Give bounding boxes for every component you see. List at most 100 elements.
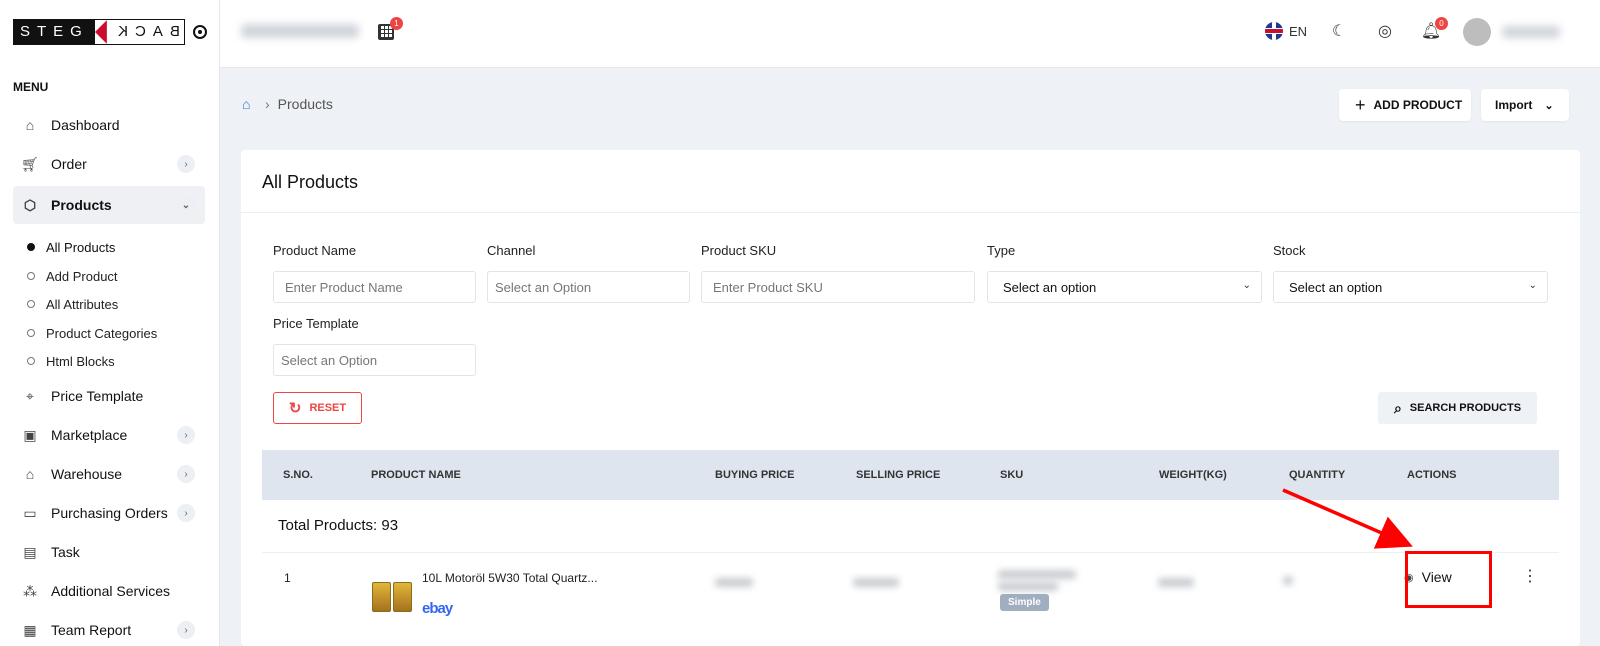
brand-logo-right: BACK (106, 20, 184, 44)
topbar: 1 EN ☾ ◎ 🔔︎ 0 (220, 0, 1600, 68)
table-header: S.NO. PRODUCT NAME BUYING PRICE SELLING … (262, 450, 1559, 500)
flag-uk-icon[interactable] (1265, 22, 1283, 40)
more-vertical-icon[interactable]: ⋮ (1522, 566, 1538, 586)
type-select[interactable]: Select an option ⌄ (987, 271, 1262, 303)
sidebar-item-order[interactable]: 🛒︎ Order › (13, 145, 205, 183)
report-icon: ▦ (23, 621, 37, 638)
palette-icon[interactable]: ◎ (1374, 20, 1396, 42)
brand-logo[interactable]: STEG BACK (13, 19, 185, 45)
username-blurred[interactable] (1502, 26, 1560, 38)
product-name-input[interactable]: Enter Product Name (273, 271, 476, 303)
chevron-right-icon: › (177, 465, 195, 483)
ticket-icon: ▭ (23, 504, 37, 521)
sidebar-subitem-all-attributes[interactable]: All Attributes (27, 294, 118, 314)
reset-label: RESET (309, 402, 347, 414)
selling-price-blurred (853, 578, 899, 587)
sidebar-item-warehouse[interactable]: ⌂ Warehouse › (13, 455, 205, 493)
box-icon: ⬡ (23, 196, 37, 213)
sidebar-subitem-html-blocks[interactable]: Html Blocks (27, 351, 115, 371)
sidebar-subitem-label: Add Product (46, 268, 118, 284)
brand-logo-arrow (94, 20, 107, 44)
chevron-right-icon: › (177, 155, 195, 173)
bullet-icon (27, 243, 35, 251)
chevron-right-icon: › (265, 96, 270, 112)
sidebar-item-marketplace[interactable]: ▣ Marketplace › (13, 416, 205, 454)
reset-button[interactable]: ↻ RESET (273, 392, 362, 424)
sidebar-item-products[interactable]: ⬡ Products ⌄ (13, 186, 205, 224)
weight-blurred (1158, 578, 1194, 587)
moon-icon[interactable]: ☾ (1328, 20, 1350, 42)
sidebar-item-team-report[interactable]: ▦ Team Report › (13, 611, 205, 646)
sidebar-subitem-all-products[interactable]: All Products (27, 237, 115, 257)
col-quantity[interactable]: QUANTITY (1289, 469, 1345, 481)
col-sku[interactable]: SKU (1000, 469, 1023, 481)
sidebar-item-task[interactable]: ▤ Task (13, 533, 205, 571)
chevron-down-icon: ⌄ (1242, 280, 1251, 291)
import-button[interactable]: Import ⌄ (1481, 89, 1569, 121)
sidebar-item-label: Additional Services (51, 583, 171, 599)
card-title: All Products (262, 172, 359, 192)
brand-logo-right-text: BACK (110, 23, 180, 40)
sidebar-subitem-label: Product Categories (46, 325, 158, 341)
row-divider (262, 552, 1559, 553)
chevron-down-icon: ⌄ (1528, 280, 1537, 291)
sidebar-item-label: Task (51, 544, 80, 560)
buying-price-blurred (715, 578, 753, 587)
company-name-blurred[interactable] (241, 24, 359, 38)
breadcrumb: ⌂ › Products (242, 96, 333, 112)
col-selling-price[interactable]: SELLING PRICE (856, 469, 940, 481)
channel-select[interactable]: Select an Option (487, 271, 690, 303)
col-actions: ACTIONS (1407, 469, 1457, 481)
price-template-select[interactable]: Select an Option (273, 344, 476, 376)
chevron-right-icon: › (177, 426, 195, 444)
sidebar-item-label: Dashboard (51, 117, 120, 133)
network-icon: ⁂ (23, 582, 37, 599)
home-icon[interactable]: ⌂ (242, 96, 257, 112)
brand-logo-left: STEG (14, 20, 95, 44)
product-thumbnail[interactable] (372, 582, 412, 612)
price-template-label: Price Template (273, 316, 359, 331)
language-label[interactable]: EN (1289, 24, 1307, 39)
products-card: All Products Product Name Enter Product … (241, 150, 1580, 646)
sidebar-toggle-icon[interactable] (192, 25, 207, 39)
sidebar-item-label: Products (51, 197, 112, 213)
sidebar-item-additional-services[interactable]: ⁂ Additional Services (13, 572, 205, 610)
type-label: Type (987, 243, 1016, 258)
channel-text: ebay (422, 600, 453, 617)
sidebar-item-label: Price Template (51, 388, 144, 404)
add-product-button[interactable]: + ADD PRODUCT (1339, 89, 1471, 121)
col-sno[interactable]: S.NO. (283, 469, 313, 481)
sidebar-item-label: Warehouse (51, 466, 123, 482)
plus-icon: + (1355, 94, 1366, 115)
sidebar-item-label: Order (51, 156, 87, 172)
quantity-blurred (1283, 576, 1293, 585)
product-sku-input[interactable]: Enter Product SKU (701, 271, 975, 303)
annotation-box (1405, 551, 1492, 608)
sidebar-item-dashboard[interactable]: ⌂ Dashboard (13, 106, 205, 144)
ebay-logo: ebay (422, 600, 453, 617)
col-weight[interactable]: WEIGHT(KG) (1159, 469, 1227, 481)
col-product-name[interactable]: PRODUCT NAME (371, 469, 461, 481)
bullet-icon (27, 357, 35, 365)
chevron-right-icon: › (177, 504, 195, 522)
refresh-icon: ↻ (288, 400, 302, 417)
sidebar-item-purchasing-orders[interactable]: ▭ Purchasing Orders › (13, 494, 205, 532)
avatar[interactable] (1463, 18, 1491, 46)
col-buying-price[interactable]: BUYING PRICE (715, 469, 794, 481)
breadcrumb-current: Products (277, 96, 333, 112)
chevron-down-icon: ⌄ (177, 196, 195, 214)
channel-label: Channel (487, 243, 536, 258)
total-products: Total Products: 93 (278, 517, 399, 534)
sidebar-subitem-product-categories[interactable]: Product Categories (27, 323, 157, 343)
price-template-placeholder: Select an Option (281, 352, 378, 368)
add-product-label: ADD PRODUCT (1373, 98, 1463, 112)
sidebar-item-label: Marketplace (51, 427, 128, 443)
sidebar-subitem-label: All Attributes (46, 296, 119, 312)
card-divider (241, 212, 1580, 213)
sidebar-item-price-template[interactable]: ⌖ Price Template (13, 377, 205, 415)
tag-icon: ⌖ (26, 387, 34, 404)
row-product-name[interactable]: 10L Motoröl 5W30 Total Quartz... (422, 571, 597, 585)
search-products-button[interactable]: ⌕ SEARCH PRODUCTS (1378, 392, 1537, 424)
sidebar-subitem-add-product[interactable]: Add Product (27, 266, 118, 286)
stock-select[interactable]: Select an option ⌄ (1273, 271, 1548, 303)
